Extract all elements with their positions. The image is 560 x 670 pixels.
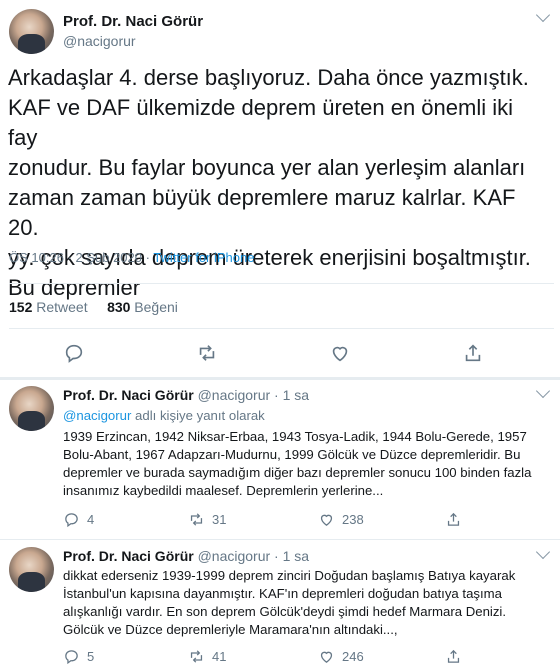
chevron-down-icon[interactable]: [535, 383, 551, 399]
retweet-count: 41: [212, 649, 227, 664]
like-action[interactable]: 246: [318, 648, 364, 665]
reply-action[interactable]: 5: [63, 648, 94, 665]
share-action[interactable]: [445, 511, 469, 528]
author-name-text[interactable]: Prof. Dr. Naci Görür: [63, 548, 194, 564]
reply-mention[interactable]: @nacigorur: [63, 408, 131, 423]
divider: [0, 539, 560, 540]
like-count: 830: [107, 299, 131, 315]
retweet-action[interactable]: 31: [188, 511, 226, 528]
share-action[interactable]: [445, 648, 469, 665]
heart-icon: [320, 514, 333, 526]
reply-header: Prof. Dr. Naci Görür @nacigorur · 1 sa: [63, 387, 309, 403]
author-name-text[interactable]: Prof. Dr. Naci Görür: [63, 13, 203, 30]
reply-context-text: adlı kişiye yanıt olarak: [131, 408, 265, 423]
retweet-label: Retweet: [32, 299, 88, 315]
tweet-timestamp[interactable]: ÖS 10:26 · 2 Şub 2020 ·: [9, 250, 153, 265]
share-icon[interactable]: [462, 342, 484, 364]
tweet-text: Arkadaşlar 4. derse başlıyoruz. Daha önc…: [8, 65, 531, 300]
like-count: 246: [342, 649, 364, 664]
reply-header: Prof. Dr. Naci Görür @nacigorur · 1 sa: [63, 548, 309, 564]
chevron-down-icon[interactable]: [535, 544, 551, 560]
retweet-icon: [190, 513, 203, 526]
share-icon: [447, 649, 460, 663]
retweet-count: 31: [212, 512, 227, 527]
divider: [9, 328, 554, 329]
like-stat[interactable]: 830 Beğeni: [107, 299, 178, 315]
author-handle-text[interactable]: @nacigorur: [63, 33, 136, 49]
retweet-stat[interactable]: 152 Retweet: [9, 299, 88, 315]
like-action[interactable]: 238: [318, 511, 364, 528]
retweet-icon: [190, 650, 203, 663]
retweet-icon[interactable]: [196, 342, 218, 364]
author-name[interactable]: Prof. Dr. Naci Görür: [63, 13, 203, 31]
reply-text: dikkat ederseniz 1939-1999 deprem zincir…: [63, 568, 516, 637]
reply-action[interactable]: 4: [63, 511, 94, 528]
reply-count: 5: [87, 649, 95, 664]
reply-context: @nacigorur adlı kişiye yanıt olarak: [63, 407, 543, 425]
tweet-client[interactable]: Twitter for iPhone: [153, 250, 254, 265]
divider: [0, 377, 560, 380]
reply-count: 4: [87, 512, 95, 527]
heart-icon[interactable]: [329, 342, 351, 364]
avatar[interactable]: [9, 547, 54, 592]
author-handle-text[interactable]: @nacigorur · 1 sa: [198, 387, 309, 403]
reply-icon: [65, 513, 78, 528]
chevron-down-icon[interactable]: [535, 7, 551, 23]
like-count: 238: [342, 512, 364, 527]
retweet-action[interactable]: 41: [188, 648, 226, 665]
author-name-text[interactable]: Prof. Dr. Naci Görür: [63, 387, 194, 403]
reply-icon[interactable]: [63, 342, 85, 364]
reply-text: 1939 Erzincan, 1942 Niksar-Erbaa, 1943 T…: [63, 429, 532, 498]
tweet-stats: 152 Retweet 830 Beğeni: [9, 299, 178, 315]
tweet-meta: ÖS 10:26 · 2 Şub 2020 · Twitter for iPho…: [9, 250, 254, 265]
like-label: Beğeni: [130, 299, 178, 315]
avatar[interactable]: [9, 386, 54, 431]
heart-icon: [320, 651, 333, 663]
reply-icon: [65, 650, 78, 665]
divider: [9, 283, 554, 284]
share-icon: [447, 512, 460, 526]
author-handle-text[interactable]: @nacigorur · 1 sa: [198, 548, 309, 564]
avatar[interactable]: [9, 9, 54, 54]
author-handle: @nacigorur: [63, 33, 136, 51]
retweet-count: 152: [9, 299, 33, 315]
